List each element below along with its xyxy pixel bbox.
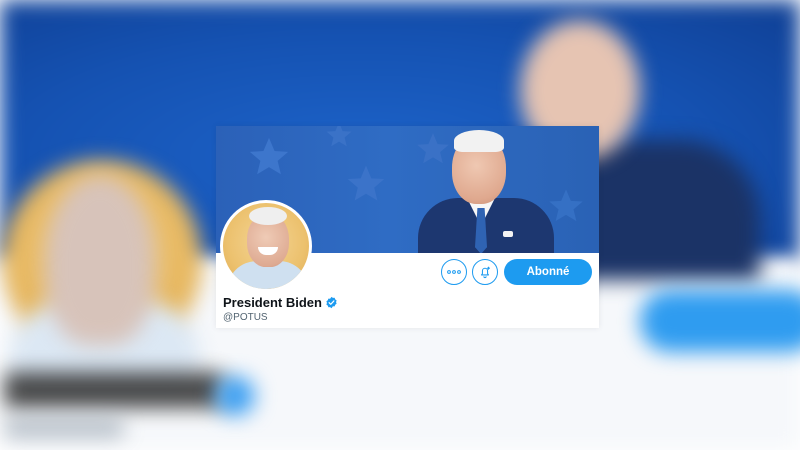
verified-badge-icon	[325, 296, 338, 309]
avatar-hair	[249, 207, 287, 225]
notifications-button[interactable]	[472, 259, 498, 285]
star-icon	[249, 137, 289, 175]
bell-plus-icon	[480, 266, 490, 279]
background-handle	[4, 418, 124, 438]
person-hair	[454, 130, 504, 152]
profile-card: Abonné President Biden @POTUS	[216, 126, 599, 328]
star-icon	[417, 133, 449, 164]
background-avatar-face	[45, 175, 155, 345]
star-icon	[347, 165, 385, 201]
background-name	[4, 372, 224, 408]
person-pocket-square	[503, 231, 513, 237]
following-button[interactable]: Abonné	[504, 259, 592, 285]
background-follow-button	[640, 290, 800, 352]
profile-handle: @POTUS	[223, 312, 268, 323]
display-name: President Biden	[223, 295, 322, 310]
more-options-button[interactable]	[441, 259, 467, 285]
profile-name-row: President Biden	[223, 295, 338, 310]
more-dots-icon	[447, 270, 461, 274]
star-icon	[549, 189, 583, 221]
star-icon	[326, 126, 352, 147]
avatar[interactable]	[220, 200, 312, 292]
background-verified-badge	[215, 376, 255, 416]
